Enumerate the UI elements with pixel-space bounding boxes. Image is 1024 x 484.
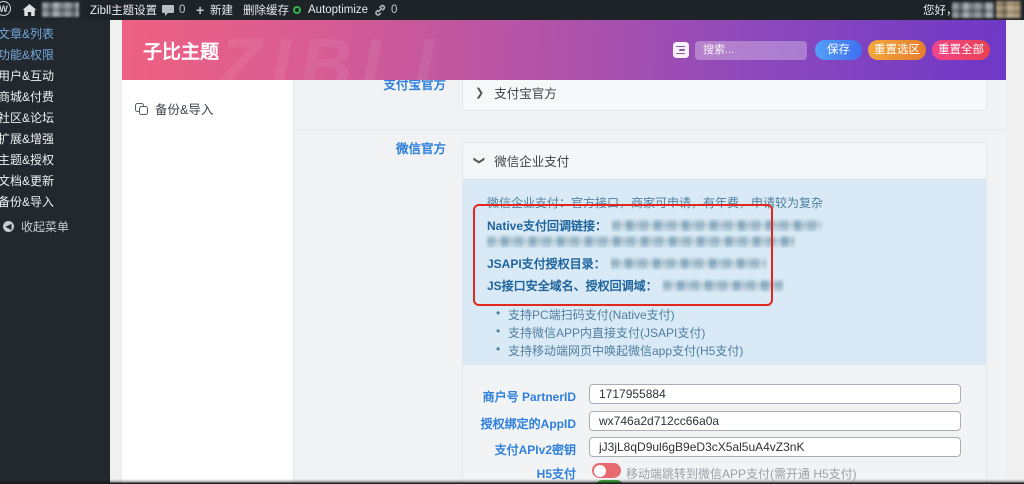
autoptimize-status-icon bbox=[293, 0, 301, 20]
panel-menu-label: 备份&导入 bbox=[155, 103, 214, 117]
partner-id-input[interactable] bbox=[589, 384, 961, 404]
apiv2-key-input[interactable] bbox=[589, 437, 961, 457]
sidebar-item-features-permissions[interactable]: 功能&权限 bbox=[0, 45, 110, 66]
sidebar-item-docs-updates[interactable]: 文档&更新 bbox=[0, 171, 110, 192]
sidebar-item-extensions[interactable]: 扩展&增强 bbox=[0, 129, 110, 150]
apiv2-key-label: 支付APIv2密钥 bbox=[494, 443, 576, 457]
collapse-menu-label: 收起菜单 bbox=[21, 219, 70, 234]
wp-admin-bar: W Zibll主题设置 0 + 新建 删除缓存 Autoptimize 0 您好… bbox=[0, 0, 1024, 20]
h5-pay-toggle[interactable] bbox=[592, 463, 621, 478]
annotation-red-box bbox=[473, 204, 773, 306]
chevron-down-icon: ❯ bbox=[473, 155, 486, 166]
site-home-icon[interactable] bbox=[23, 0, 36, 20]
wechat-info-box: 微信企业支付：官方接口，商家可申请，有年费，申请较为复杂 Native支付回调链… bbox=[463, 179, 986, 365]
panel-menu: 备份&导入 bbox=[122, 80, 293, 484]
panel-header: ZIBLL 子比主题 保存 重置选区 重置全部 bbox=[122, 20, 1006, 80]
alipay-row-label: 支付宝官方 bbox=[383, 80, 446, 92]
comments-icon[interactable] bbox=[162, 0, 174, 20]
toggle-knob bbox=[593, 464, 606, 477]
wechat-row-label: 微信官方 bbox=[395, 142, 446, 156]
new-content-plus-icon[interactable]: + bbox=[196, 0, 204, 20]
bullet-jsapi: 支持微信APP内直接支付(JSAPI支付) bbox=[496, 324, 705, 341]
panel-menu-backup-import[interactable]: 备份&导入 bbox=[135, 99, 213, 118]
links-count: 0 bbox=[391, 4, 398, 16]
save-button[interactable]: 保存 bbox=[815, 40, 862, 60]
sidebar-item-posts-lists[interactable]: 文章&列表 bbox=[0, 24, 110, 45]
app-id-label: 授权绑定的AppID bbox=[480, 417, 576, 431]
wp-admin-sidebar: 文章&列表 功能&权限 用户&互动 商城&付费 社区&论坛 扩展&增强 主题&授… bbox=[0, 20, 110, 484]
sidebar-item-theme-license[interactable]: 主题&授权 bbox=[0, 150, 110, 171]
backup-import-icon bbox=[135, 102, 148, 115]
search-input[interactable] bbox=[695, 40, 807, 60]
admin-bar-autoptimize[interactable]: Autoptimize bbox=[308, 0, 368, 20]
header-controls: 保存 重置选区 重置全部 bbox=[673, 20, 990, 80]
bullet-native: 支持PC端扫码支付(Native支付) bbox=[496, 306, 675, 323]
bullet-h5: 支持移动端网页中唤起微信app支付(H5支付) bbox=[496, 342, 743, 359]
alipay-accordion-title: 支付宝官方 bbox=[494, 86, 557, 101]
collapse-arrow-icon: ◀ bbox=[3, 220, 14, 232]
reset-section-button[interactable]: 重置选区 bbox=[868, 40, 926, 60]
bottom-edge-shadow bbox=[0, 479, 1024, 484]
admin-bar-new[interactable]: 新建 bbox=[210, 0, 233, 20]
menu-list-icon[interactable] bbox=[673, 42, 689, 58]
username-redacted[interactable] bbox=[952, 2, 994, 18]
wp-sidebar-menu: 文章&列表 功能&权限 用户&互动 商城&付费 社区&论坛 扩展&增强 主题&授… bbox=[0, 20, 110, 213]
site-name-redacted[interactable] bbox=[42, 2, 79, 17]
app-id-input[interactable] bbox=[589, 411, 961, 431]
sidebar-item-community-forum[interactable]: 社区&论坛 bbox=[0, 108, 110, 129]
admin-bar-theme-settings[interactable]: Zibll主题设置 bbox=[90, 0, 157, 20]
wechat-accordion-title: 微信企业支付 bbox=[494, 155, 570, 169]
sidebar-item-shop-payment[interactable]: 商城&付费 bbox=[0, 87, 110, 108]
admin-bar-clear-cache[interactable]: 删除缓存 bbox=[243, 0, 289, 20]
alipay-accordion[interactable]: ❯ 支付宝官方 bbox=[462, 80, 987, 111]
wechat-accordion-header[interactable]: ❯ 微信企业支付 bbox=[463, 143, 986, 179]
comments-count: 0 bbox=[179, 4, 186, 16]
links-icon[interactable] bbox=[373, 0, 386, 20]
partner-id-label: 商户号 PartnerID bbox=[482, 390, 576, 404]
wechat-accordion: ❯ 微信企业支付 微信企业支付：官方接口，商家可申请，有年费，申请较为复杂 Na… bbox=[462, 142, 987, 484]
wordpress-logo-icon[interactable]: W bbox=[0, 1, 11, 16]
theme-settings-panel: ZIBLL 子比主题 保存 重置选区 重置全部 备份&导入 支付宝官方 ❯ 支付… bbox=[122, 20, 1006, 484]
row-divider bbox=[294, 129, 1006, 130]
sidebar-item-backup-import[interactable]: 备份&导入 bbox=[0, 192, 110, 213]
reset-all-button[interactable]: 重置全部 bbox=[932, 40, 990, 60]
avatar[interactable] bbox=[996, 1, 1021, 18]
collapse-menu-button[interactable]: ◀ 收起菜单 bbox=[0, 218, 110, 234]
zibll-watermark: ZIBLL bbox=[218, 25, 467, 80]
sidebar-item-users-interaction[interactable]: 用户&互动 bbox=[0, 66, 110, 87]
settings-area: 支付宝官方 ❯ 支付宝官方 微信官方 ❯ 微信企业支付 微信企业支付：官方接口，… bbox=[294, 80, 1006, 484]
panel-title: 子比主题 bbox=[143, 42, 220, 63]
chevron-right-icon: ❯ bbox=[475, 86, 485, 99]
